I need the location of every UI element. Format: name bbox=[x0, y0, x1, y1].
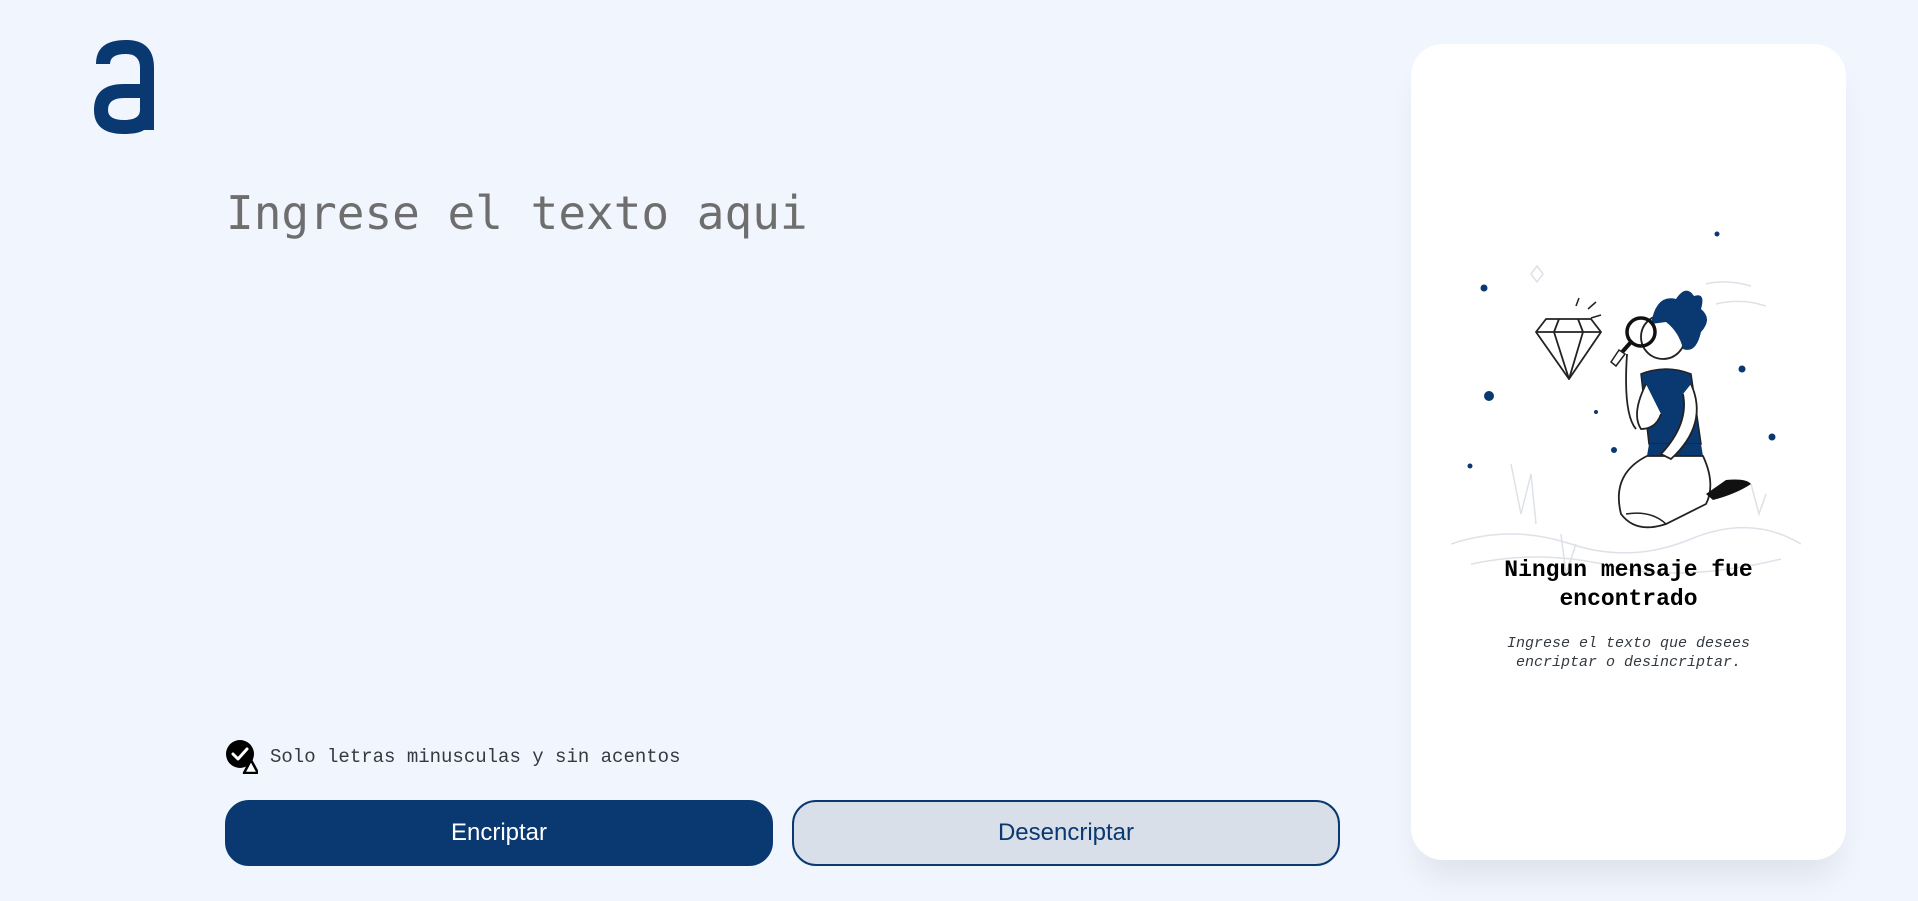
text-input[interactable] bbox=[226, 186, 1326, 706]
alura-logo-icon[interactable] bbox=[88, 34, 164, 140]
decrypt-button[interactable]: Desencriptar bbox=[792, 800, 1340, 866]
result-panel: Ningun mensaje fue encontrado Ingrese el… bbox=[1411, 44, 1846, 860]
result-title: Ningun mensaje fue encontrado bbox=[1504, 557, 1753, 612]
person-magnifying-glass-illustration bbox=[1451, 231, 1801, 575]
encrypt-button[interactable]: Encriptar bbox=[225, 800, 773, 866]
result-subtitle: Ingrese el texto que desees encriptar o … bbox=[1506, 635, 1751, 671]
hint-text: Solo letras minusculas y sin acentos bbox=[270, 746, 681, 768]
input-hint: Solo letras minusculas y sin acentos bbox=[226, 740, 680, 774]
check-warning-icon bbox=[226, 740, 258, 774]
